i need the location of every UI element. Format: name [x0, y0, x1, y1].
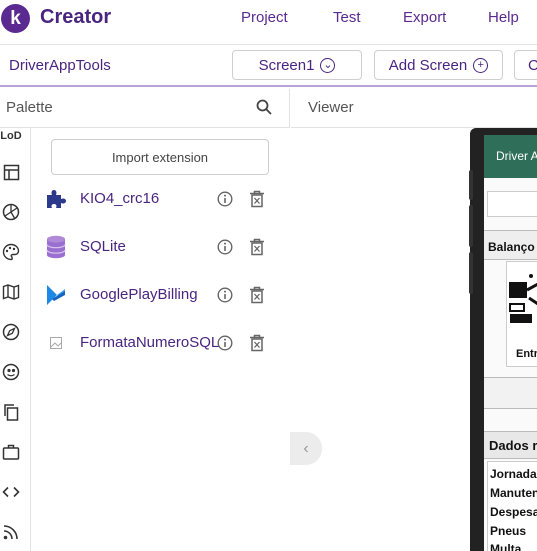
phone-text-box[interactable] — [487, 191, 537, 217]
menu-project[interactable]: Project — [241, 9, 288, 26]
app-title-bar: Driver A — [484, 135, 537, 178]
import-extension-button[interactable]: Import extension — [51, 139, 269, 175]
menu-export[interactable]: Export — [403, 9, 446, 26]
chevron-down-icon: ⌄ — [320, 57, 336, 73]
logo-letter: k — [10, 7, 21, 29]
dados-label: Dados r — [489, 438, 537, 453]
add-screen-label: Add Screen — [388, 56, 468, 74]
palette-category-rail: LoD — [0, 128, 31, 551]
phone-screen: Driver A Balanço Entr Dados r Jornada Ma… — [484, 135, 537, 551]
balanco-header: Balanço — [484, 230, 537, 260]
sensor-icon[interactable] — [1, 362, 21, 382]
google-play-billing-icon — [44, 283, 68, 307]
chevron-left-icon: ‹ — [303, 439, 309, 457]
dados-header: Dados r — [484, 431, 537, 459]
rss-icon[interactable] — [1, 522, 21, 542]
project-name: DriverAppTools — [9, 57, 111, 74]
balanco-label: Balanço — [488, 240, 535, 254]
palette-title: Palette — [6, 99, 53, 116]
palette-header: Palette — [0, 89, 290, 128]
extension-label: SQLite — [80, 238, 126, 255]
info-icon[interactable] — [217, 239, 233, 255]
image-placeholder-icon — [44, 331, 68, 355]
dados-list: Jornada Manuten Despesa Pneus Multa — [487, 461, 537, 551]
info-icon[interactable] — [217, 335, 233, 351]
compass-icon[interactable] — [1, 322, 21, 342]
extension-item-kio4-crc16[interactable]: KIO4_crc16 — [31, 176, 290, 222]
list-item[interactable]: Jornada — [490, 467, 537, 481]
database-icon — [44, 235, 68, 259]
extension-label: GooglePlayBilling — [80, 286, 198, 303]
layout-icon[interactable]: LoD — [0, 126, 22, 146]
logo-icon[interactable]: k — [1, 4, 30, 33]
top-bar: k Creator Project Test Export Help — [0, 0, 537, 38]
entrada-label: Entr — [516, 348, 537, 360]
layout-icon-label: LoD — [0, 130, 22, 142]
phone-section-divider — [484, 377, 537, 409]
app-title: Driver A — [496, 149, 537, 163]
list-item[interactable]: Multa — [490, 542, 521, 551]
list-item[interactable]: Pneus — [490, 524, 526, 538]
project-toolbar: DriverAppTools Screen1 ⌄ Add Screen + C — [0, 44, 537, 87]
viewer-title: Viewer — [308, 99, 354, 116]
extension-item-googleplaybilling[interactable]: GooglePlayBilling — [31, 272, 290, 318]
extension-item-sqlite[interactable]: SQLite — [31, 224, 290, 270]
menu-help[interactable]: Help — [488, 9, 519, 26]
info-icon[interactable] — [217, 191, 233, 207]
collapse-palette-button[interactable]: ‹ — [290, 432, 322, 465]
entrada-button[interactable]: Entr — [506, 261, 537, 367]
extension-item-formatanumerosql[interactable]: FormataNumeroSQL — [31, 320, 290, 366]
info-icon[interactable] — [217, 287, 233, 303]
phone-side-button — [469, 170, 473, 200]
viewer-header: Viewer — [291, 89, 537, 128]
code-icon[interactable] — [1, 482, 21, 502]
phone-side-button — [469, 205, 473, 247]
plus-icon: + — [473, 57, 489, 73]
cut-off-button-label: C — [528, 56, 537, 74]
copy-icon[interactable] — [1, 402, 21, 422]
extension-label: FormataNumeroSQL — [80, 334, 220, 351]
add-screen-button[interactable]: Add Screen + — [374, 50, 503, 80]
phone-side-button — [469, 252, 473, 294]
list-item[interactable]: Despesa — [490, 505, 537, 519]
puzzle-icon — [44, 187, 68, 211]
briefcase-icon[interactable] — [1, 442, 21, 462]
palette-icon[interactable] — [1, 242, 21, 262]
app-name[interactable]: Creator — [40, 6, 111, 29]
search-icon[interactable] — [255, 98, 273, 121]
list-item[interactable]: Manuten — [490, 486, 537, 500]
delete-icon[interactable] — [249, 238, 265, 256]
cut-off-button[interactable]: C — [514, 50, 537, 80]
media-icon[interactable] — [1, 202, 21, 222]
extension-label: KIO4_crc16 — [80, 190, 160, 207]
delete-icon[interactable] — [249, 334, 265, 352]
screen-select[interactable]: Screen1 ⌄ — [232, 50, 362, 80]
menu-test[interactable]: Test — [333, 9, 361, 26]
delete-icon[interactable] — [249, 286, 265, 304]
money-hand-icon — [509, 274, 537, 323]
map-icon[interactable] — [1, 282, 21, 302]
screen-select-label: Screen1 — [258, 56, 315, 74]
table-icon[interactable] — [1, 162, 21, 182]
delete-icon[interactable] — [249, 190, 265, 208]
